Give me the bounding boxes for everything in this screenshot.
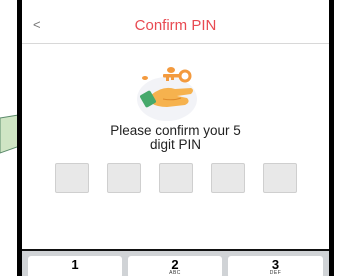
prompt-line-1: Please confirm your 5 bbox=[110, 123, 241, 138]
pin-digit-box[interactable] bbox=[211, 163, 245, 193]
pin-input-row[interactable] bbox=[55, 163, 297, 193]
prompt-line-2: digit PIN bbox=[149, 137, 202, 152]
pin-digit-box[interactable] bbox=[55, 163, 89, 193]
confirm-pin-prompt: Please confirm your 5 digit PIN bbox=[72, 124, 279, 152]
key-letters: DEF bbox=[269, 270, 282, 276]
header-bar: < Confirm PIN bbox=[22, 9, 329, 44]
key-number: 1 bbox=[71, 257, 79, 272]
key-3[interactable]: 3 DEF bbox=[228, 256, 323, 276]
phone-frame: < Confirm PIN Please confirm your 5 digi… bbox=[17, 0, 334, 276]
key-2[interactable]: 2 ABC bbox=[128, 256, 222, 276]
pin-digit-box[interactable] bbox=[107, 163, 141, 193]
key-hand-illustration bbox=[137, 67, 197, 121]
pin-digit-box[interactable] bbox=[263, 163, 297, 193]
numeric-keypad: 1 2 ABC 3 DEF bbox=[22, 249, 329, 276]
key-1[interactable]: 1 bbox=[28, 256, 122, 276]
key-letters: ABC bbox=[169, 270, 181, 276]
page-title: Confirm PIN bbox=[134, 17, 217, 34]
pin-digit-box[interactable] bbox=[159, 163, 193, 193]
screen: < Confirm PIN Please confirm your 5 digi… bbox=[22, 0, 329, 276]
